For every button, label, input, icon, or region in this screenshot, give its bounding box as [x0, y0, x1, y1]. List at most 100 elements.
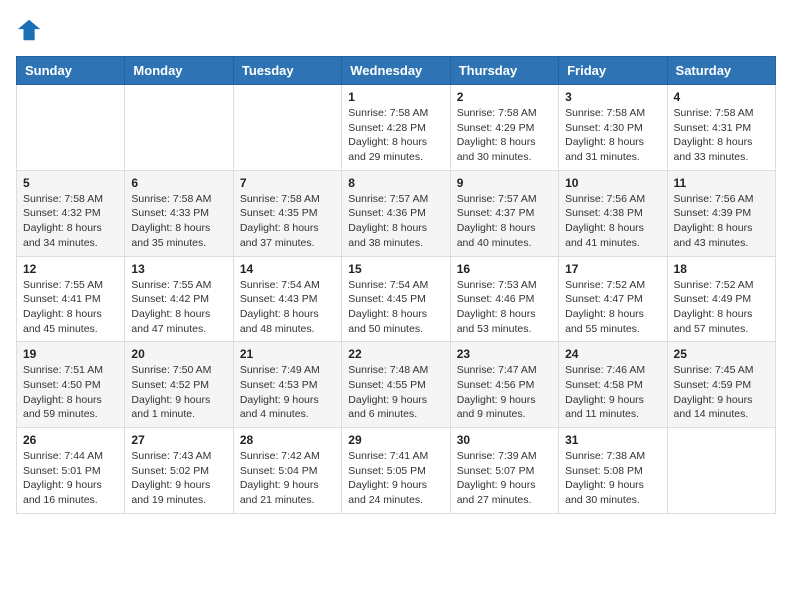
day-info: Sunrise: 7:54 AM Sunset: 4:43 PM Dayligh…	[240, 278, 335, 337]
column-header-saturday: Saturday	[667, 57, 775, 85]
day-number: 16	[457, 262, 552, 276]
day-info: Sunrise: 7:58 AM Sunset: 4:29 PM Dayligh…	[457, 106, 552, 165]
day-info: Sunrise: 7:43 AM Sunset: 5:02 PM Dayligh…	[131, 449, 226, 508]
day-info: Sunrise: 7:46 AM Sunset: 4:58 PM Dayligh…	[565, 363, 660, 422]
day-number: 10	[565, 176, 660, 190]
day-number: 25	[674, 347, 769, 361]
day-info: Sunrise: 7:38 AM Sunset: 5:08 PM Dayligh…	[565, 449, 660, 508]
calendar-cell: 1Sunrise: 7:58 AM Sunset: 4:28 PM Daylig…	[342, 85, 450, 171]
day-info: Sunrise: 7:58 AM Sunset: 4:35 PM Dayligh…	[240, 192, 335, 251]
day-number: 23	[457, 347, 552, 361]
day-number: 6	[131, 176, 226, 190]
day-info: Sunrise: 7:39 AM Sunset: 5:07 PM Dayligh…	[457, 449, 552, 508]
logo-icon	[16, 16, 44, 44]
calendar-cell: 17 Sunrise: 7:52 AM Sunset: 4:47 PM Dayli…	[559, 256, 667, 342]
day-info: Sunrise: 7:55 AM Sunset: 4:41 PM Dayligh…	[23, 278, 118, 337]
day-info: Sunrise: 7:44 AM Sunset: 5:01 PM Dayligh…	[23, 449, 118, 508]
day-number: 1	[348, 90, 443, 104]
calendar-cell: 12 Sunrise: 7:55 AM Sunset: 4:41 PM Dayli…	[17, 256, 125, 342]
day-info: Sunrise: 7:53 AM Sunset: 4:46 PM Dayligh…	[457, 278, 552, 337]
calendar-cell: 27 Sunrise: 7:43 AM Sunset: 5:02 PM Dayli…	[125, 428, 233, 514]
calendar-cell	[17, 85, 125, 171]
day-info: Sunrise: 7:58 AM Sunset: 4:30 PM Dayligh…	[565, 106, 660, 165]
calendar-cell	[233, 85, 341, 171]
calendar-week-row: 26 Sunrise: 7:44 AM Sunset: 5:01 PM Dayli…	[17, 428, 776, 514]
calendar-week-row: 19 Sunrise: 7:51 AM Sunset: 4:50 PM Dayli…	[17, 342, 776, 428]
day-number: 9	[457, 176, 552, 190]
day-number: 12	[23, 262, 118, 276]
day-info: Sunrise: 7:57 AM Sunset: 4:36 PM Dayligh…	[348, 192, 443, 251]
calendar-cell	[125, 85, 233, 171]
day-number: 14	[240, 262, 335, 276]
day-info: Sunrise: 7:49 AM Sunset: 4:53 PM Dayligh…	[240, 363, 335, 422]
day-info: Sunrise: 7:55 AM Sunset: 4:42 PM Dayligh…	[131, 278, 226, 337]
calendar-cell: 19 Sunrise: 7:51 AM Sunset: 4:50 PM Dayli…	[17, 342, 125, 428]
calendar-cell: 3 Sunrise: 7:58 AM Sunset: 4:30 PM Daylig…	[559, 85, 667, 171]
day-info: Sunrise: 7:52 AM Sunset: 4:49 PM Dayligh…	[674, 278, 769, 337]
calendar-week-row: 1Sunrise: 7:58 AM Sunset: 4:28 PM Daylig…	[17, 85, 776, 171]
day-info: Sunrise: 7:51 AM Sunset: 4:50 PM Dayligh…	[23, 363, 118, 422]
day-info: Sunrise: 7:41 AM Sunset: 5:05 PM Dayligh…	[348, 449, 443, 508]
day-number: 22	[348, 347, 443, 361]
column-header-monday: Monday	[125, 57, 233, 85]
calendar-cell: 29Sunrise: 7:41 AM Sunset: 5:05 PM Dayli…	[342, 428, 450, 514]
calendar-cell: 23 Sunrise: 7:47 AM Sunset: 4:56 PM Dayli…	[450, 342, 558, 428]
calendar-cell: 25Sunrise: 7:45 AM Sunset: 4:59 PM Dayli…	[667, 342, 775, 428]
calendar-cell: 21 Sunrise: 7:49 AM Sunset: 4:53 PM Dayli…	[233, 342, 341, 428]
column-header-wednesday: Wednesday	[342, 57, 450, 85]
day-info: Sunrise: 7:42 AM Sunset: 5:04 PM Dayligh…	[240, 449, 335, 508]
calendar-cell: 9 Sunrise: 7:57 AM Sunset: 4:37 PM Daylig…	[450, 170, 558, 256]
calendar-cell: 5Sunrise: 7:58 AM Sunset: 4:32 PM Daylig…	[17, 170, 125, 256]
day-info: Sunrise: 7:47 AM Sunset: 4:56 PM Dayligh…	[457, 363, 552, 422]
calendar-cell: 30 Sunrise: 7:39 AM Sunset: 5:07 PM Dayli…	[450, 428, 558, 514]
day-info: Sunrise: 7:52 AM Sunset: 4:47 PM Dayligh…	[565, 278, 660, 337]
calendar-cell	[667, 428, 775, 514]
day-number: 19	[23, 347, 118, 361]
calendar-cell: 4 Sunrise: 7:58 AM Sunset: 4:31 PM Daylig…	[667, 85, 775, 171]
day-number: 21	[240, 347, 335, 361]
day-number: 20	[131, 347, 226, 361]
day-number: 18	[674, 262, 769, 276]
day-number: 26	[23, 433, 118, 447]
calendar-week-row: 5Sunrise: 7:58 AM Sunset: 4:32 PM Daylig…	[17, 170, 776, 256]
calendar-cell: 14 Sunrise: 7:54 AM Sunset: 4:43 PM Dayli…	[233, 256, 341, 342]
calendar-cell: 7Sunrise: 7:58 AM Sunset: 4:35 PM Daylig…	[233, 170, 341, 256]
day-number: 8	[348, 176, 443, 190]
day-number: 4	[674, 90, 769, 104]
day-info: Sunrise: 7:58 AM Sunset: 4:33 PM Dayligh…	[131, 192, 226, 251]
column-header-friday: Friday	[559, 57, 667, 85]
calendar-cell: 15Sunrise: 7:54 AM Sunset: 4:45 PM Dayli…	[342, 256, 450, 342]
calendar-week-row: 12 Sunrise: 7:55 AM Sunset: 4:41 PM Dayli…	[17, 256, 776, 342]
day-number: 15	[348, 262, 443, 276]
day-number: 3	[565, 90, 660, 104]
calendar-cell: 24Sunrise: 7:46 AM Sunset: 4:58 PM Dayli…	[559, 342, 667, 428]
day-info: Sunrise: 7:50 AM Sunset: 4:52 PM Dayligh…	[131, 363, 226, 422]
calendar-cell: 11Sunrise: 7:56 AM Sunset: 4:39 PM Dayli…	[667, 170, 775, 256]
logo	[16, 16, 48, 44]
day-number: 30	[457, 433, 552, 447]
day-info: Sunrise: 7:58 AM Sunset: 4:32 PM Dayligh…	[23, 192, 118, 251]
day-number: 11	[674, 176, 769, 190]
day-number: 28	[240, 433, 335, 447]
calendar-cell: 13 Sunrise: 7:55 AM Sunset: 4:42 PM Dayli…	[125, 256, 233, 342]
calendar-cell: 20 Sunrise: 7:50 AM Sunset: 4:52 PM Dayli…	[125, 342, 233, 428]
day-info: Sunrise: 7:58 AM Sunset: 4:31 PM Dayligh…	[674, 106, 769, 165]
calendar-cell: 6 Sunrise: 7:58 AM Sunset: 4:33 PM Daylig…	[125, 170, 233, 256]
day-info: Sunrise: 7:56 AM Sunset: 4:38 PM Dayligh…	[565, 192, 660, 251]
day-info: Sunrise: 7:57 AM Sunset: 4:37 PM Dayligh…	[457, 192, 552, 251]
column-header-thursday: Thursday	[450, 57, 558, 85]
day-number: 31	[565, 433, 660, 447]
day-number: 27	[131, 433, 226, 447]
page-header	[16, 16, 776, 44]
day-number: 2	[457, 90, 552, 104]
calendar-cell: 31 Sunrise: 7:38 AM Sunset: 5:08 PM Dayli…	[559, 428, 667, 514]
calendar-table: SundayMondayTuesdayWednesdayThursdayFrid…	[16, 56, 776, 514]
day-number: 17	[565, 262, 660, 276]
calendar-cell: 10 Sunrise: 7:56 AM Sunset: 4:38 PM Dayli…	[559, 170, 667, 256]
day-info: Sunrise: 7:48 AM Sunset: 4:55 PM Dayligh…	[348, 363, 443, 422]
column-header-tuesday: Tuesday	[233, 57, 341, 85]
calendar-cell: 18 Sunrise: 7:52 AM Sunset: 4:49 PM Dayli…	[667, 256, 775, 342]
calendar-cell: 2 Sunrise: 7:58 AM Sunset: 4:29 PM Daylig…	[450, 85, 558, 171]
day-number: 13	[131, 262, 226, 276]
calendar-cell: 8 Sunrise: 7:57 AM Sunset: 4:36 PM Daylig…	[342, 170, 450, 256]
